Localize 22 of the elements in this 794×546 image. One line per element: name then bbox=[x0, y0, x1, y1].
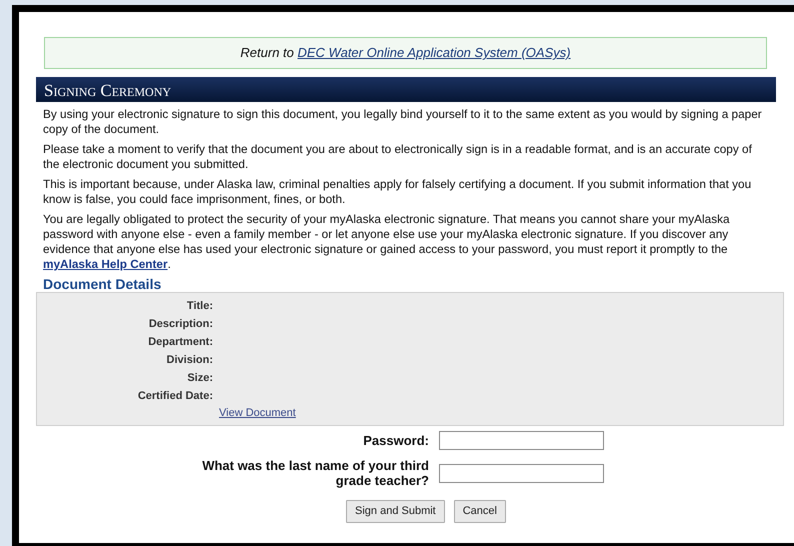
oasys-link[interactable]: DEC Water Online Application System (OASys) bbox=[298, 43, 571, 63]
help-center-link[interactable]: myAlaska Help Center bbox=[43, 257, 168, 271]
field-label: What was the last name of your third grade teacher? bbox=[201, 458, 430, 488]
field-label: Department: bbox=[147, 334, 213, 350]
input-field[interactable] bbox=[439, 464, 604, 482]
field-label: Password: bbox=[362, 433, 430, 448]
paragraph: By using your electronic signature to sign this document, you legally bind yourself to it to the same extent as you would by signing a paper copy of the document. bbox=[43, 107, 763, 137]
paragraph: Please take a moment to verify that the document you are about to electronically sign is in a readable format, and is an accurate copy of the electronic document you submitted. bbox=[43, 142, 753, 172]
cancel-button[interactable]: Cancel bbox=[454, 500, 506, 522]
paragraph: This is important because, under Alaska law, criminal penalties apply for falsely certifying a document. If you submit information that you know is false, you could face imprisonment, fines, or both. bbox=[43, 177, 752, 207]
field-label: Size: bbox=[186, 370, 213, 386]
return-text: Return to bbox=[240, 44, 295, 62]
field-label: Certified Date: bbox=[136, 388, 213, 404]
view-document-link[interactable]: View Document bbox=[219, 405, 296, 423]
sign-submit-button[interactable]: Sign and Submit bbox=[346, 500, 445, 522]
paragraph: You are legally obligated to protect the security of your myAlaska electronic signature. That means you cannot share your myAlaska password with anyone else - even a family member - or let anyone else use your myAlaska electronic signature. If you discover any evidence that anyone else has used your electronic signature or gained access to your password, you must report it promptly to the myAlaska Help Center. bbox=[43, 212, 731, 272]
field-label: Description: bbox=[148, 316, 213, 332]
field-label: Title: bbox=[186, 298, 213, 314]
field-label: Division: bbox=[166, 352, 213, 368]
section-title-bar: Signing Ceremony bbox=[36, 77, 776, 102]
input-field[interactable] bbox=[439, 431, 604, 450]
section-heading: Document Details bbox=[43, 276, 162, 292]
